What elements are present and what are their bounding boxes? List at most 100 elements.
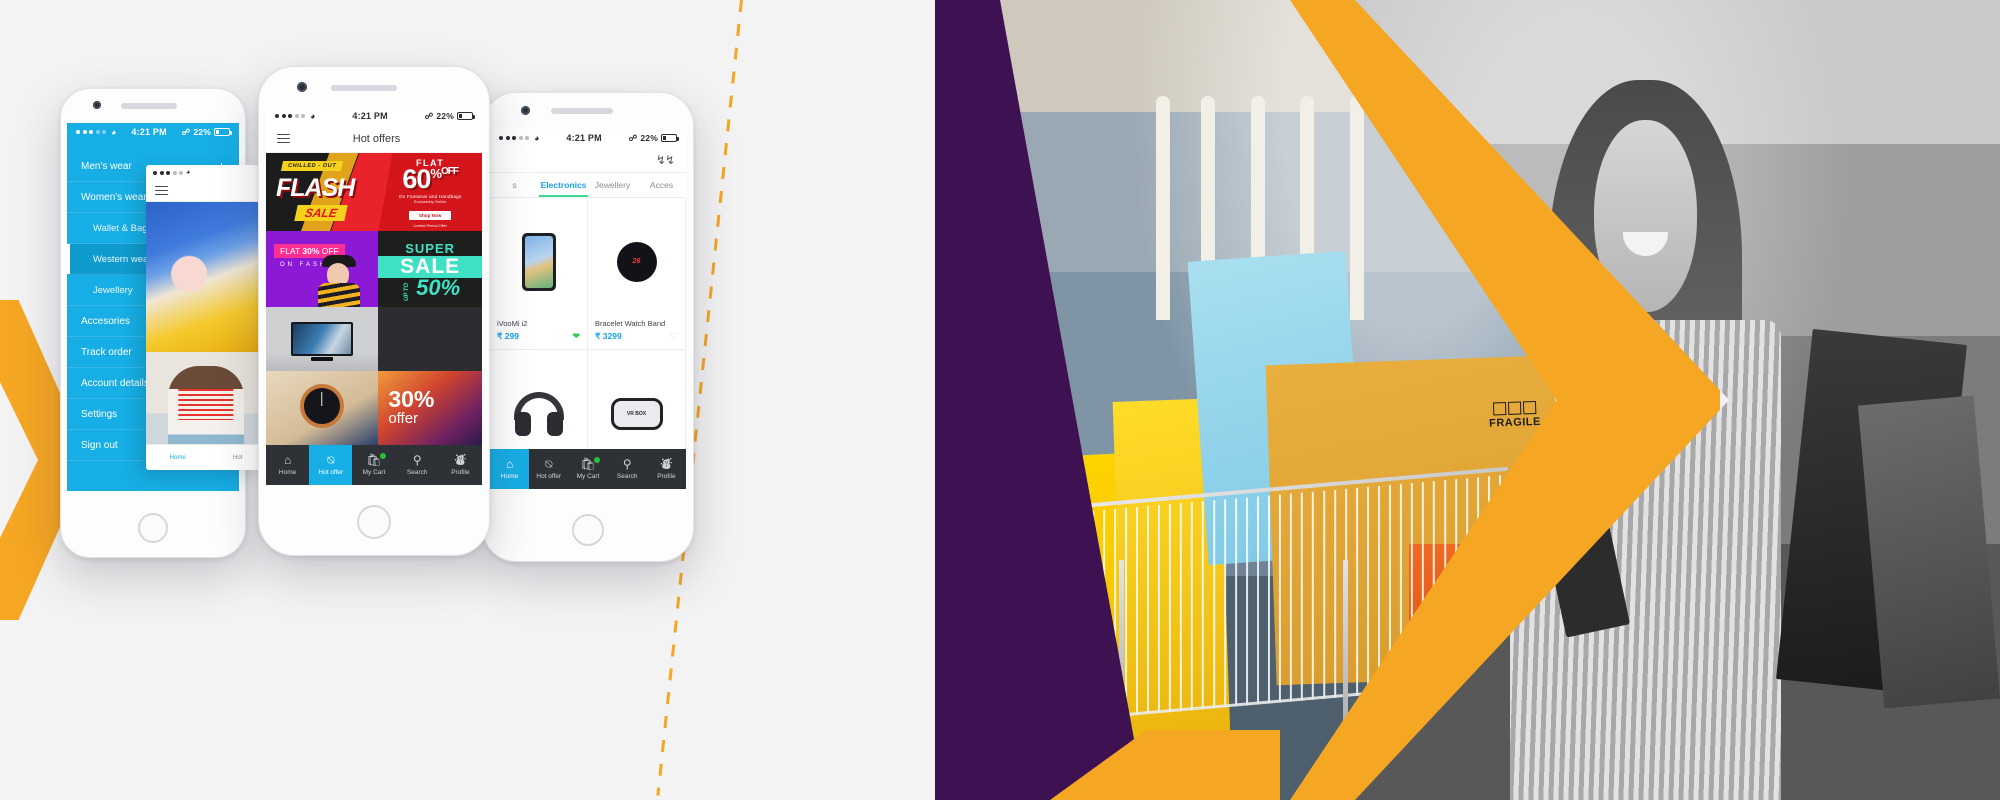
- phone3-app-bar: ↯↯: [490, 147, 686, 173]
- hamburger-icon[interactable]: [155, 185, 168, 196]
- phone1-bezel: [61, 89, 245, 123]
- sidebar-item-label: Account details: [81, 377, 149, 389]
- wifi-icon: ◕: [186, 169, 191, 176]
- limited-period-note: Limited Period Offer: [413, 223, 447, 228]
- nav-home[interactable]: ⌂ Home: [266, 445, 309, 485]
- hamburger-icon[interactable]: [277, 133, 290, 144]
- sidebar-item-label: Accesories: [81, 315, 130, 327]
- nav-label: Search: [616, 473, 638, 480]
- banner-stage: ◕ 4:21 PM ☍ 22% Men's wear + Women's wea…: [0, 0, 2000, 800]
- banner-flash-sale[interactable]: CHILLED - OUT FLASH SALE FLAT 60%OFF On …: [266, 153, 482, 231]
- home-button[interactable]: [572, 514, 604, 546]
- earpiece-speaker: [331, 85, 397, 91]
- banner-super-sale[interactable]: SUPER SALE UP TO 50%: [378, 231, 482, 307]
- phone-mockup-products: ◕ 4:21 PM ☍ 22% ↯↯ s Electronics Jewelle…: [482, 92, 694, 562]
- profile-icon: ⛇: [660, 457, 673, 471]
- sidebar-item-label: Women's wear: [81, 191, 147, 203]
- sidebar-item-label: Western wear: [93, 253, 152, 265]
- nav-profile[interactable]: ⛇ Profile: [439, 445, 482, 485]
- fragile-label: FRAGILE: [1488, 415, 1541, 430]
- profile-icon: ⛇: [454, 453, 467, 467]
- phone3-screen: ◕ 4:21 PM ☍ 22% ↯↯ s Electronics Jewelle…: [490, 129, 686, 489]
- signal-dots-icon: [153, 170, 183, 175]
- upto-label: UP TO: [404, 283, 411, 302]
- phone3-bezel: [483, 93, 693, 129]
- nav-hot-offer[interactable]: ⍉ Hot offer: [529, 449, 568, 489]
- product-card[interactable]: 26 Bracelet Watch Band ₹ 3299 ♡: [588, 198, 686, 350]
- category-tabs: s Electronics Jewellery Acces: [490, 173, 686, 198]
- battery-icon: [214, 128, 232, 136]
- battery-percent: 22%: [193, 127, 211, 137]
- discount-percent: 60%OFF: [402, 164, 459, 194]
- nav-hot-offer[interactable]: ⍉ Hot offer: [309, 445, 353, 485]
- flash-left: CHILLED - OUT FLASH SALE: [266, 153, 378, 231]
- peek-nav-hot[interactable]: Hot: [233, 455, 242, 461]
- wristwatch-icon: [299, 384, 344, 429]
- banner-flat-30-fashion[interactable]: FLAT 30% OFF ON FASHION: [266, 231, 379, 307]
- battery-percent: 22%: [640, 133, 658, 143]
- nav-my-cart[interactable]: 🛍 My Cart: [352, 445, 395, 485]
- fragile-stamp: FRAGILE: [1488, 400, 1541, 430]
- battery-icon: [661, 134, 679, 142]
- nav-my-cart[interactable]: 🛍 My Cart: [568, 449, 607, 489]
- phone2-app-bar: Hot offers: [266, 125, 482, 153]
- banner-row-4: 30% offer: [266, 371, 482, 445]
- phone1-status-bar: ◕ 4:21 PM ☍ 22%: [67, 123, 239, 141]
- status-right: ☍ 22%: [629, 133, 679, 144]
- nav-profile[interactable]: ⛇ Profile: [647, 449, 686, 489]
- upto-row: UP TO 50%: [400, 276, 460, 302]
- tab-accesories[interactable]: Acces: [637, 173, 686, 197]
- peek-bottom-nav: Home Hot: [146, 444, 266, 470]
- offer-percent: 30%: [388, 386, 435, 413]
- banner-30-offer[interactable]: 30% offer: [378, 371, 482, 445]
- banner-dark-tile[interactable]: [378, 307, 482, 371]
- tab-partial[interactable]: s: [490, 173, 539, 197]
- tab-jewellery[interactable]: Jewellery: [588, 173, 637, 197]
- peek-nav-home[interactable]: Home: [170, 455, 186, 461]
- percent-icon: ⍉: [327, 453, 335, 467]
- phone3-status-bar: ◕ 4:21 PM ☍ 22%: [490, 129, 686, 147]
- wishlist-heart-icon[interactable]: ♡: [670, 331, 678, 342]
- product-price-row: ₹ 3299 ♡: [595, 331, 678, 342]
- cart-badge: [592, 456, 601, 464]
- phone2-status-bar: ◕ 4:21 PM ☍ 22%: [266, 107, 482, 125]
- nav-home[interactable]: ⌂ Home: [490, 449, 530, 489]
- nav-label: Hot offer: [536, 473, 562, 480]
- front-camera-icon: [297, 82, 307, 92]
- home-button[interactable]: [357, 505, 391, 539]
- product-card[interactable]: iVooMi i2 ₹ 299 ❤: [490, 198, 588, 350]
- banner-television[interactable]: [266, 307, 379, 371]
- tab-electronics[interactable]: Electronics: [539, 173, 588, 197]
- front-camera-icon: [521, 106, 530, 115]
- smartphone-icon: [521, 232, 556, 291]
- peek-status-bar: ◕: [146, 165, 266, 180]
- nav-label: Hot offer: [318, 469, 344, 476]
- filter-icon[interactable]: ↯↯: [656, 153, 675, 167]
- phone2-bezel: [259, 67, 489, 107]
- nav-label: Home: [500, 473, 519, 480]
- sidebar-item-label: Jewellery: [93, 284, 133, 296]
- sale-chip: SALE: [294, 205, 348, 221]
- nav-label: My Cart: [576, 473, 600, 480]
- nav-label: Search: [406, 469, 428, 476]
- offer-word: offer: [388, 409, 419, 427]
- nav-label: Home: [278, 469, 297, 476]
- banner-watch[interactable]: [266, 371, 379, 445]
- home-button[interactable]: [138, 513, 168, 543]
- nav-search[interactable]: ⚲ Search: [396, 445, 439, 485]
- nav-search[interactable]: ⚲ Search: [608, 449, 647, 489]
- peek-app-bar: [146, 180, 266, 202]
- sidebar-item-label: Settings: [81, 408, 118, 420]
- nav-label: My Cart: [362, 469, 386, 476]
- home-icon: ⌂: [283, 453, 292, 467]
- peek-hero-image[interactable]: [146, 202, 266, 352]
- flash-right: FLAT 60%OFF On Footwear and Handbags Exc…: [378, 153, 482, 231]
- sidebar-item-label: Men's wear: [81, 160, 132, 172]
- product-price: ₹ 3299: [595, 331, 622, 341]
- cart-icon: 🛍: [580, 456, 601, 470]
- product-thumbnail: [497, 204, 580, 319]
- wishlist-heart-icon[interactable]: ❤: [572, 331, 580, 342]
- product-name: Bracelet Watch Band: [595, 319, 666, 328]
- shop-now-button[interactable]: Shop Now: [408, 210, 452, 220]
- bluetooth-icon: ☍: [424, 110, 434, 121]
